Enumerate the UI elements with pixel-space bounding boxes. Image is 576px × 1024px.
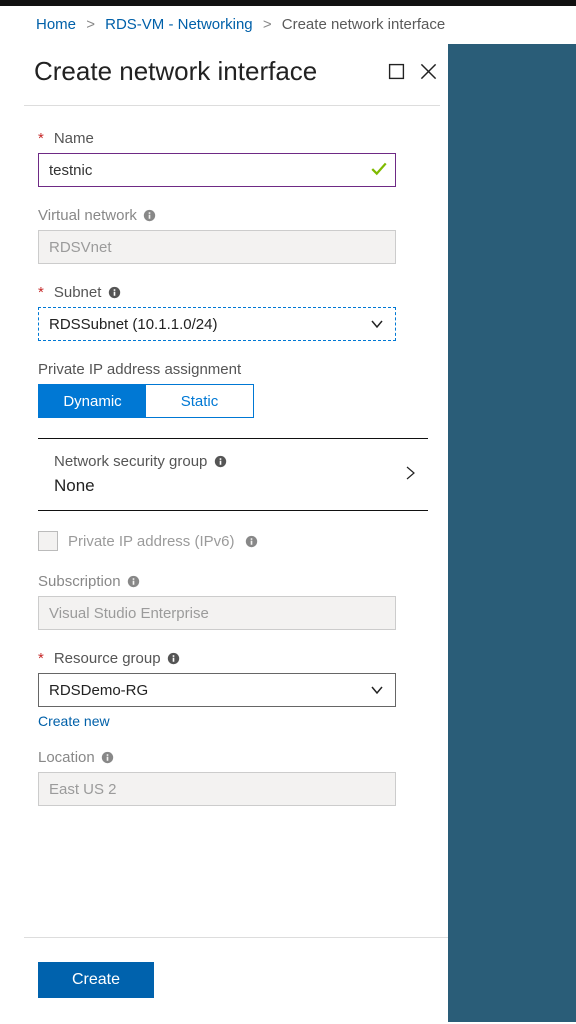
info-icon[interactable]: [127, 575, 141, 589]
location-input: [38, 772, 396, 806]
vnet-label: Virtual network: [38, 207, 137, 224]
nsg-selector[interactable]: Network security group None: [38, 438, 428, 511]
subscription-label: Subscription: [38, 573, 121, 590]
required-mark: *: [38, 130, 44, 147]
subscription-input: [38, 596, 396, 630]
breadcrumb-parent-link[interactable]: RDS-VM - Networking: [105, 16, 253, 33]
location-label: Location: [38, 749, 95, 766]
info-icon[interactable]: [107, 286, 121, 300]
nsg-label: Network security group: [54, 453, 207, 470]
breadcrumb-sep: >: [263, 16, 272, 33]
ip-assignment-toggle: Dynamic Static: [38, 384, 254, 418]
info-icon[interactable]: [167, 652, 181, 666]
create-new-rg-link[interactable]: Create new: [38, 713, 110, 729]
chevron-down-icon: [369, 682, 385, 698]
subnet-value: RDSSubnet (10.1.1.0/24): [49, 316, 217, 333]
breadcrumb-home-link[interactable]: Home: [36, 16, 76, 33]
ipv6-checkbox: [38, 531, 58, 551]
form-scroll-area[interactable]: * Name Virtual network * Subnet: [24, 106, 448, 937]
checkmark-icon: [370, 160, 388, 181]
ipv6-label: Private IP address (IPv6): [68, 533, 234, 550]
breadcrumb-sep: >: [86, 16, 95, 33]
create-button[interactable]: Create: [38, 962, 154, 998]
nsg-value: None: [54, 476, 227, 496]
chevron-down-icon: [369, 316, 385, 332]
ipv6-checkbox-row: Private IP address (IPv6): [38, 531, 428, 551]
rg-select[interactable]: RDSDemo-RG: [38, 673, 396, 707]
rg-label: Resource group: [54, 650, 161, 667]
vnet-input: [38, 230, 396, 264]
rg-value: RDSDemo-RG: [49, 682, 148, 699]
info-icon[interactable]: [143, 209, 157, 223]
required-mark: *: [38, 650, 44, 667]
ip-dynamic-button[interactable]: Dynamic: [39, 385, 146, 417]
panel-title: Create network interface: [34, 56, 388, 87]
close-icon[interactable]: [419, 62, 438, 81]
info-icon[interactable]: [101, 751, 115, 765]
name-input[interactable]: [38, 153, 396, 187]
breadcrumb-current: Create network interface: [282, 16, 445, 33]
breadcrumb: Home > RDS-VM - Networking > Create netw…: [0, 6, 576, 44]
info-icon[interactable]: [244, 534, 258, 548]
ip-static-button[interactable]: Static: [146, 385, 253, 417]
subnet-label: Subnet: [54, 284, 102, 301]
ip-assignment-label: Private IP address assignment: [38, 361, 241, 378]
name-label: Name: [54, 130, 94, 147]
maximize-icon[interactable]: [388, 63, 405, 80]
right-column-bg: [448, 44, 576, 1022]
info-icon[interactable]: [213, 455, 227, 469]
create-nic-panel: Create network interface * Name: [0, 44, 448, 1022]
subnet-select[interactable]: RDSSubnet (10.1.1.0/24): [38, 307, 396, 341]
required-mark: *: [38, 284, 44, 301]
chevron-right-icon: [402, 463, 418, 486]
